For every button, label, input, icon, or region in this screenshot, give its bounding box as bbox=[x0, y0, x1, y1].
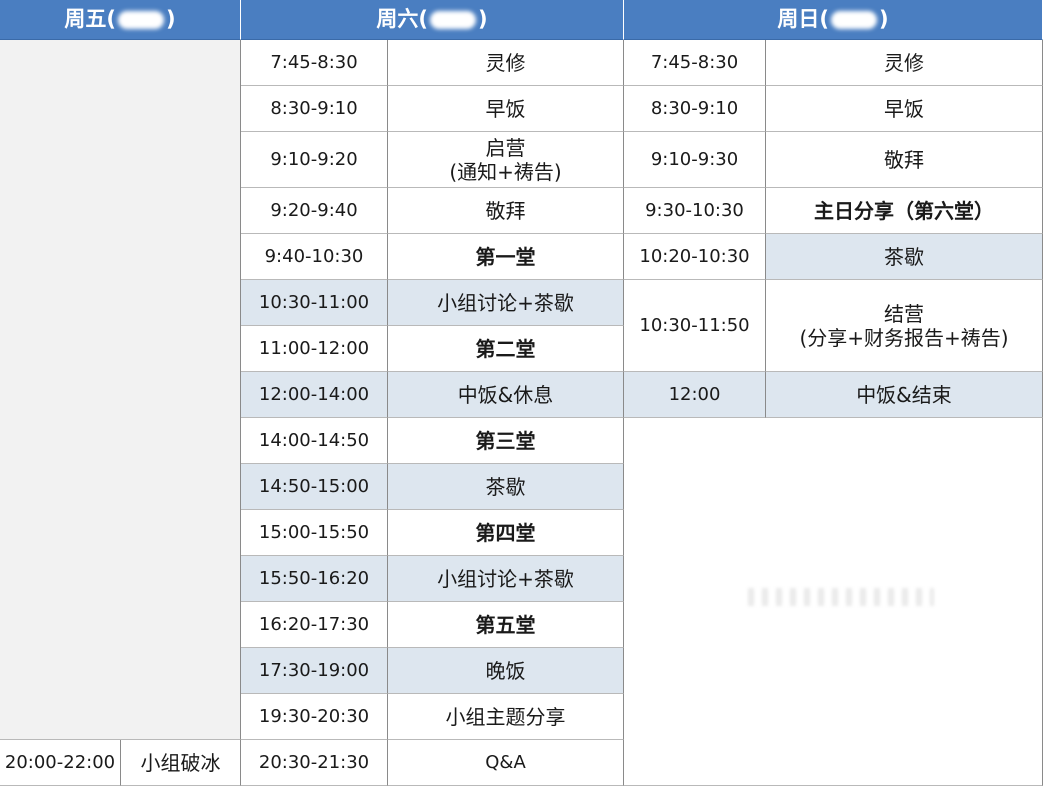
sat-event: 小组主题分享 bbox=[388, 694, 624, 740]
sat-event: 早饭 bbox=[388, 86, 624, 132]
sat-time: 15:00-15:50 bbox=[241, 510, 388, 556]
sun-time: 7:45-8:30 bbox=[624, 40, 766, 86]
sat-time: 9:40-10:30 bbox=[241, 234, 388, 280]
header-saturday-close: ) bbox=[478, 6, 488, 31]
header-friday-close: ) bbox=[166, 6, 176, 31]
sat-time: 8:30-9:10 bbox=[241, 86, 388, 132]
sat-event: 第五堂 bbox=[388, 602, 624, 648]
sat-event: 灵修 bbox=[388, 40, 624, 86]
header-friday-day: 周五 bbox=[64, 6, 107, 31]
sun-event-line1: 结营 bbox=[884, 301, 924, 326]
sun-event-line2: (分享+财务报告+祷告) bbox=[799, 325, 1009, 350]
redacted-date bbox=[430, 10, 476, 29]
sun-event: 主日分享（第六堂） bbox=[766, 188, 1043, 234]
sun-time: 8:30-9:10 bbox=[624, 86, 766, 132]
sat-time: 20:30-21:30 bbox=[241, 740, 388, 786]
sat-event: 中饭&休息 bbox=[388, 372, 624, 418]
sat-event: 第一堂 bbox=[388, 234, 624, 280]
sat-time: 19:30-20:30 bbox=[241, 694, 388, 740]
sat-event: 第二堂 bbox=[388, 326, 624, 372]
sun-event: 茶歇 bbox=[766, 234, 1043, 280]
header-saturday: 周六 ( ) bbox=[241, 0, 624, 40]
sun-event: 早饭 bbox=[766, 86, 1043, 132]
header-saturday-open: ( bbox=[418, 6, 428, 31]
sat-event-line1: 启营 bbox=[485, 135, 526, 160]
header-friday: 周五 ( ) bbox=[0, 0, 241, 40]
header-friday-open: ( bbox=[106, 6, 116, 31]
header-saturday-day: 周六 bbox=[376, 6, 419, 31]
redacted-date bbox=[831, 10, 877, 29]
sat-event: 晚饭 bbox=[388, 648, 624, 694]
header-sunday-close: ) bbox=[879, 6, 889, 31]
sat-time: 17:30-19:00 bbox=[241, 648, 388, 694]
sat-time: 10:30-11:00 bbox=[241, 280, 388, 326]
sat-event: 第四堂 bbox=[388, 510, 624, 556]
sat-time: 7:45-8:30 bbox=[241, 40, 388, 86]
sun-event: 中饭&结束 bbox=[766, 372, 1043, 418]
header-sunday-day: 周日 bbox=[777, 6, 820, 31]
friday-empty-block bbox=[0, 40, 241, 740]
sun-time: 9:10-9:30 bbox=[624, 132, 766, 188]
sun-time: 9:30-10:30 bbox=[624, 188, 766, 234]
sat-time: 11:00-12:00 bbox=[241, 326, 388, 372]
sun-time: 10:30-11:50 bbox=[624, 280, 766, 372]
sun-event: 敬拜 bbox=[766, 132, 1043, 188]
sat-time: 9:20-9:40 bbox=[241, 188, 388, 234]
sun-time: 10:20-10:30 bbox=[624, 234, 766, 280]
sun-time: 12:00 bbox=[624, 372, 766, 418]
sat-event: 第三堂 bbox=[388, 418, 624, 464]
sat-time: 16:20-17:30 bbox=[241, 602, 388, 648]
sat-event: 启营 (通知+祷告) bbox=[388, 132, 624, 188]
friday-event: 小组破冰 bbox=[121, 740, 241, 786]
redacted-date bbox=[118, 10, 164, 29]
schedule-table: 周五 ( ) 周六 ( ) 周日 ( ) 20:00-22:00 小组破冰 7:… bbox=[0, 0, 1045, 786]
sat-event-line2: (通知+祷告) bbox=[449, 159, 562, 184]
sat-event: Q&A bbox=[388, 740, 624, 786]
sat-event: 小组讨论+茶歇 bbox=[388, 280, 624, 326]
header-sunday-open: ( bbox=[819, 6, 829, 31]
sat-event: 小组讨论+茶歇 bbox=[388, 556, 624, 602]
sat-time: 12:00-14:00 bbox=[241, 372, 388, 418]
sat-time: 9:10-9:20 bbox=[241, 132, 388, 188]
header-sunday: 周日 ( ) bbox=[624, 0, 1043, 40]
sat-event: 茶歇 bbox=[388, 464, 624, 510]
sun-event: 灵修 bbox=[766, 40, 1043, 86]
friday-time: 20:00-22:00 bbox=[0, 740, 121, 786]
sat-time: 14:00-14:50 bbox=[241, 418, 388, 464]
sun-event: 结营 (分享+财务报告+祷告) bbox=[766, 280, 1043, 372]
redacted-note bbox=[748, 588, 934, 606]
sat-time: 14:50-15:00 bbox=[241, 464, 388, 510]
sat-event: 敬拜 bbox=[388, 188, 624, 234]
sat-time: 15:50-16:20 bbox=[241, 556, 388, 602]
